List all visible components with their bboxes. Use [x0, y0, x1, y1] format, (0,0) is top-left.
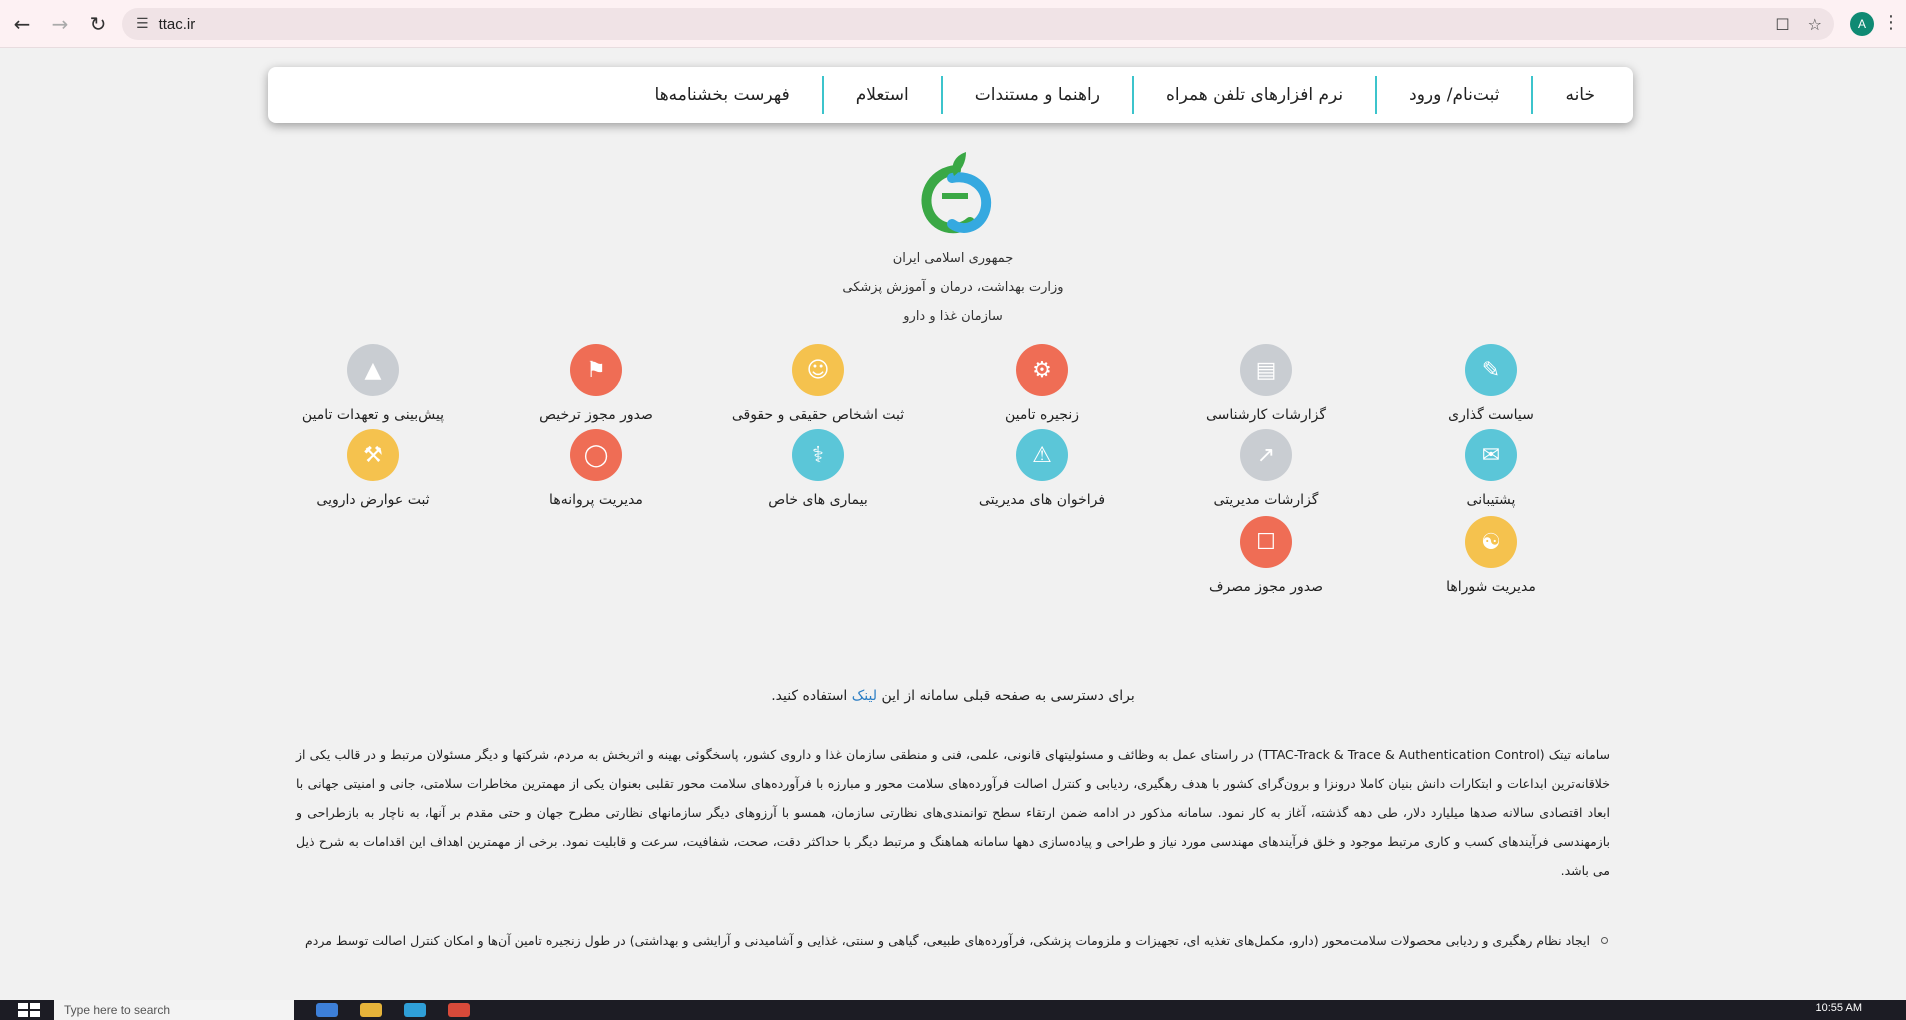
- support-icon[interactable]: ✉: [1465, 429, 1517, 481]
- service-tile[interactable]: ◯ مدیریت پروانه‌ها: [466, 429, 726, 508]
- goals-list: ایجاد نظام رهگیری و ردیابی محصولات سلامت…: [296, 926, 1610, 955]
- fda-logo: [921, 152, 992, 234]
- council-icon[interactable]: ☯: [1465, 516, 1517, 568]
- service-label[interactable]: ثبت عوارض دارویی: [243, 492, 503, 508]
- old-site-link[interactable]: لینک: [852, 688, 877, 704]
- service-tile[interactable]: ⚠ فراخوان های مدیریتی: [912, 429, 1172, 508]
- forecast-icon[interactable]: ▲: [347, 344, 399, 396]
- license-icon[interactable]: ◯: [570, 429, 622, 481]
- org-fda: سازمان غذا و دارو: [903, 309, 1003, 324]
- service-label[interactable]: بیماری های خاص: [688, 492, 948, 508]
- service-tile[interactable]: ⚕ بیماری های خاص: [688, 429, 948, 508]
- windows-start-icon[interactable]: [18, 1003, 40, 1017]
- note-text-start: برای دسترسی به صفحه قبلی سامانه از این: [877, 688, 1135, 704]
- drug-bottle-icon[interactable]: ⚒: [347, 429, 399, 481]
- bullet-icon: [1601, 937, 1608, 944]
- service-label[interactable]: فراخوان های مدیریتی: [912, 492, 1172, 508]
- chart-icon[interactable]: ↗: [1240, 429, 1292, 481]
- service-tile[interactable]: ▤ گزارشات کارشناسی: [1136, 344, 1396, 423]
- service-label[interactable]: مدیریت پروانه‌ها: [466, 492, 726, 508]
- service-label[interactable]: صدور مجوز ترخیص: [466, 407, 726, 423]
- browser-toolbar: ← → ↻ ☰ ttac.ir ☐ ☆ A ⋮: [0, 0, 1906, 48]
- service-label[interactable]: گزارشات مدیریتی: [1136, 492, 1396, 508]
- list-item: ایجاد نظام رهگیری و ردیابی محصولات سلامت…: [296, 926, 1608, 955]
- chrome-icon[interactable]: [448, 1003, 470, 1017]
- service-label[interactable]: زنجیره تامین: [912, 407, 1172, 423]
- nav-circulars[interactable]: فهرست بخشنامه‌ها: [623, 76, 822, 114]
- site-info-icon[interactable]: ☰: [136, 16, 149, 32]
- explorer-icon[interactable]: [316, 1003, 338, 1017]
- service-tile[interactable]: ⚒ ثبت عوارض دارویی: [243, 429, 503, 508]
- service-tile[interactable]: ⚙ زنجیره تامین: [912, 344, 1172, 423]
- clock: 10:55 AM: [1815, 1002, 1862, 1014]
- service-label[interactable]: ثبت اشخاص حقیقی و حقوقی: [688, 407, 948, 423]
- service-tile[interactable]: ✎ سیاست گذاری: [1361, 344, 1621, 423]
- address-bar[interactable]: ☰ ttac.ir ☐ ☆: [122, 8, 1834, 40]
- old-site-note: برای دسترسی به صفحه قبلی سامانه از این ل…: [453, 688, 1453, 704]
- service-label[interactable]: صدور مجوز مصرف: [1136, 579, 1396, 595]
- policy-icon[interactable]: ✎: [1465, 344, 1517, 396]
- intro-paragraph: سامانه تیتک (TTAC-Track & Trace & Authen…: [296, 747, 1610, 878]
- service-label[interactable]: پشتیبانی: [1361, 492, 1621, 508]
- report-icon[interactable]: ▤: [1240, 344, 1292, 396]
- service-tile[interactable]: ✉ پشتیبانی: [1361, 429, 1621, 508]
- nav-mobile-apps[interactable]: نرم افزارهای تلفن همراه: [1131, 76, 1375, 114]
- medicine-icon[interactable]: ⚕: [792, 429, 844, 481]
- reload-icon[interactable]: ↻: [82, 8, 114, 40]
- folder-icon[interactable]: [360, 1003, 382, 1017]
- service-label[interactable]: پیش‌بینی و تعهدات تامین: [243, 407, 503, 423]
- map-icon[interactable]: ⚑: [570, 344, 622, 396]
- forward-icon[interactable]: →: [44, 8, 76, 40]
- edge-icon[interactable]: [404, 1003, 426, 1017]
- nav-register-login[interactable]: ثبت‌نام/ ورود: [1375, 76, 1531, 114]
- people-icon[interactable]: ☺: [792, 344, 844, 396]
- service-tile[interactable]: ↗ گزارشات مدیریتی: [1136, 429, 1396, 508]
- service-tile[interactable]: ☺ ثبت اشخاص حقیقی و حقوقی: [688, 344, 948, 423]
- service-tile[interactable]: ☐ صدور مجوز مصرف: [1136, 516, 1396, 595]
- nav-inquiry[interactable]: استعلام: [821, 76, 941, 114]
- page-content: خانه ثبت‌نام/ ورود نرم افزارهای تلفن همر…: [0, 48, 1906, 1000]
- recall-icon[interactable]: ⚠: [1016, 429, 1068, 481]
- nav-home[interactable]: خانه: [1531, 76, 1595, 114]
- list-item-text: ایجاد نظام رهگیری و ردیابی محصولات سلامت…: [305, 933, 1590, 948]
- consumption-icon[interactable]: ☐: [1240, 516, 1292, 568]
- taskbar-search[interactable]: Type here to search: [54, 1000, 294, 1020]
- note-text-end: استفاده کنید.: [771, 688, 852, 704]
- service-label[interactable]: گزارشات کارشناسی: [1136, 407, 1396, 423]
- main-navigation: خانه ثبت‌نام/ ورود نرم افزارهای تلفن همر…: [268, 67, 1633, 123]
- service-label[interactable]: سیاست گذاری: [1361, 407, 1621, 423]
- service-tile[interactable]: ☯ مدیریت شوراها: [1361, 516, 1621, 595]
- org-country: جمهوری اسلامی ایران: [892, 251, 1014, 266]
- supply-chain-icon[interactable]: ⚙: [1016, 344, 1068, 396]
- service-tile[interactable]: ▲ پیش‌بینی و تعهدات تامین: [243, 344, 503, 423]
- translate-icon[interactable]: ☐: [1775, 15, 1789, 34]
- os-taskbar: Type here to search 10:55 AM: [0, 1000, 1906, 1020]
- profile-avatar[interactable]: A: [1850, 12, 1874, 36]
- service-label[interactable]: مدیریت شوراها: [1361, 579, 1621, 595]
- service-tile[interactable]: ⚑ صدور مجوز ترخیص: [466, 344, 726, 423]
- bookmark-star-icon[interactable]: ☆: [1808, 15, 1822, 34]
- url-text[interactable]: ttac.ir: [159, 16, 196, 33]
- nav-guides-docs[interactable]: راهنما و مستندات: [940, 76, 1132, 114]
- org-ministry: وزارت بهداشت، درمان و آموزش پزشکی: [842, 280, 1064, 295]
- back-icon[interactable]: ←: [6, 8, 38, 40]
- browser-menu-icon[interactable]: ⋮: [1882, 12, 1900, 33]
